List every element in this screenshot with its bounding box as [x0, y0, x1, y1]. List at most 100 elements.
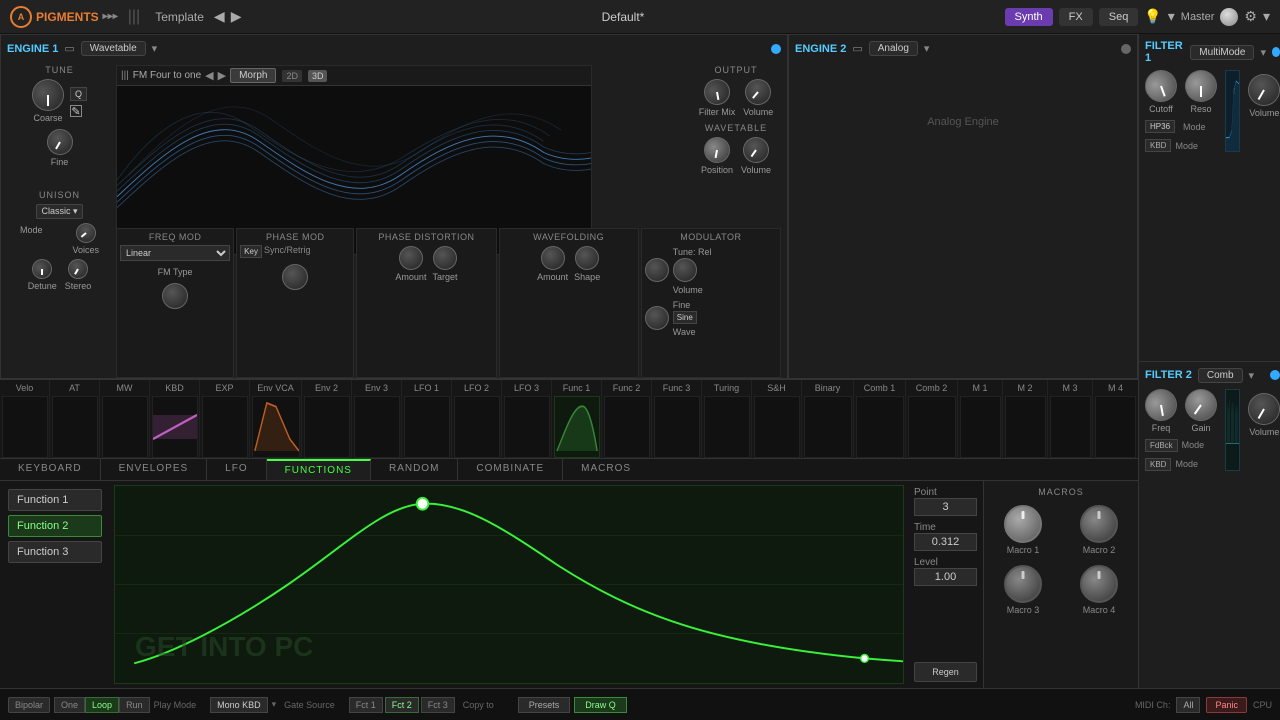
filter-mix-knob[interactable]	[699, 74, 735, 110]
run-button[interactable]: Run	[119, 697, 150, 713]
mod-tab-env2[interactable]: Env 2	[302, 380, 352, 458]
engine1-chevron[interactable]: ▾	[152, 42, 158, 55]
function-display[interactable]: GET INTO PC	[114, 485, 904, 684]
wt-volume-knob[interactable]	[740, 134, 772, 166]
waveform-next-icon[interactable]: ▶	[218, 69, 226, 82]
key-button[interactable]: Key	[240, 245, 262, 258]
draw-q-button[interactable]: Draw Q	[574, 697, 627, 713]
dim-2d-badge[interactable]: 2D	[282, 70, 302, 82]
filter1-kbd-button[interactable]: KBD	[1145, 139, 1171, 152]
one-button[interactable]: One	[54, 697, 85, 713]
detune-knob[interactable]	[29, 256, 55, 282]
master-knob[interactable]	[1220, 8, 1238, 26]
engine2-power-button[interactable]	[1121, 44, 1131, 54]
mod-tab-m1[interactable]: M 1	[958, 380, 1003, 458]
fct1-button[interactable]: Fct 1	[349, 697, 383, 713]
filter2-power-button[interactable]	[1270, 370, 1280, 380]
regen-button[interactable]: Regen	[914, 662, 977, 682]
function3-button[interactable]: Function 3	[8, 541, 102, 563]
position-knob[interactable]	[702, 135, 732, 165]
mod-tab-func3[interactable]: Func 3	[652, 380, 702, 458]
waveform-prev-icon[interactable]: ◀	[205, 69, 213, 82]
reso-knob[interactable]	[1180, 65, 1221, 106]
panic-button[interactable]: Panic	[1206, 697, 1247, 713]
all-button[interactable]: All	[1176, 697, 1200, 713]
chevron-down-icon[interactable]: ▾	[1168, 8, 1175, 25]
wf-amount-knob[interactable]	[541, 246, 565, 270]
mod-volume-knob[interactable]	[673, 258, 697, 282]
fm-type-select[interactable]: Linear Exponential	[120, 245, 230, 261]
fdbck-button[interactable]: FdBck	[1145, 439, 1178, 452]
morph-button[interactable]: Morph	[230, 68, 276, 83]
mod-tab-at[interactable]: AT	[50, 380, 100, 458]
pd-amount-knob[interactable]	[399, 246, 423, 270]
app-logo[interactable]: A PIGMENTS ▸▸▸	[10, 6, 118, 28]
time-value[interactable]: 0.312	[914, 533, 977, 551]
mod-tab-envvca[interactable]: Env VCA	[250, 380, 302, 458]
hp36-button[interactable]: HP36	[1145, 120, 1175, 133]
filter1-power-button[interactable]	[1272, 47, 1280, 57]
fct3-button[interactable]: Fct 3	[421, 697, 455, 713]
mod-tab-m4[interactable]: M 4	[1093, 380, 1138, 458]
tab-envelopes[interactable]: ENVELOPES	[101, 459, 208, 480]
engine2-chevron[interactable]: ▾	[924, 42, 930, 55]
tab-keyboard[interactable]: KEYBOARD	[0, 459, 101, 480]
filter2-type-button[interactable]: Comb	[1198, 368, 1243, 383]
mod-tab-func2[interactable]: Func 2	[602, 380, 652, 458]
phase-mod-knob[interactable]	[282, 264, 308, 290]
light-icon[interactable]: 💡	[1144, 8, 1161, 25]
filter2-volume-knob[interactable]	[1246, 390, 1280, 427]
settings-icon[interactable]: ⚙	[1244, 8, 1257, 25]
engine1-type-button[interactable]: Wavetable	[81, 41, 146, 56]
engine1-copy-icon[interactable]: ▭	[64, 42, 74, 55]
filter2-chevron[interactable]: ▾	[1249, 369, 1255, 382]
tab-lfo[interactable]: LFO	[207, 459, 266, 480]
filter1-type-button[interactable]: MultiMode	[1190, 45, 1254, 60]
mod-tab-lfo1[interactable]: LFO 1	[402, 380, 452, 458]
mod-tab-env3[interactable]: Env 3	[352, 380, 402, 458]
fx-button[interactable]: FX	[1059, 8, 1093, 26]
engine2-type-button[interactable]: Analog	[869, 41, 918, 56]
mod-tab-m3[interactable]: M 3	[1048, 380, 1093, 458]
unison-mode-select[interactable]: Classic ▾	[36, 204, 82, 219]
point-value[interactable]: 3	[914, 498, 977, 516]
synth-button[interactable]: Synth	[1005, 8, 1053, 26]
mod-tab-comb1[interactable]: Comb 1	[854, 380, 906, 458]
seq-button[interactable]: Seq	[1099, 8, 1139, 26]
presets-button[interactable]: Presets	[518, 697, 571, 713]
mod-tab-sh[interactable]: S&H	[752, 380, 802, 458]
tab-random[interactable]: RANDOM	[371, 459, 458, 480]
filter1-chevron[interactable]: ▾	[1260, 46, 1266, 59]
mono-kbd-button[interactable]: Mono KBD	[210, 697, 268, 713]
cutoff-knob[interactable]	[1138, 63, 1183, 108]
macro3-knob[interactable]	[1004, 565, 1042, 603]
prev-button[interactable]: ◀	[214, 8, 225, 25]
voices-knob[interactable]	[72, 219, 99, 246]
function2-button[interactable]: Function 2	[8, 515, 102, 537]
output-volume-knob[interactable]	[742, 75, 775, 108]
tab-functions[interactable]: FUNCTIONS	[267, 459, 371, 480]
play-button[interactable]: ▶	[231, 8, 242, 25]
fine-knob[interactable]	[44, 127, 74, 157]
mod-tab-func1[interactable]: Func 1	[552, 380, 602, 458]
mod-tab-comb2[interactable]: Comb 2	[906, 380, 958, 458]
chevron-icon[interactable]: ▾	[1263, 8, 1270, 25]
level-value[interactable]: 1.00	[914, 568, 977, 586]
mod-tab-mw[interactable]: MW	[100, 380, 150, 458]
filter2-kbd-button[interactable]: KBD	[1145, 458, 1171, 471]
preset-name[interactable]: Default*	[251, 10, 994, 24]
gain-knob[interactable]	[1181, 385, 1220, 424]
macro4-knob[interactable]	[1080, 565, 1118, 603]
engine2-copy-icon[interactable]: ▭	[852, 42, 862, 55]
pd-target-knob[interactable]	[433, 246, 457, 270]
bipolar-button[interactable]: Bipolar	[8, 697, 50, 713]
mod-tab-kbd[interactable]: KBD	[150, 380, 200, 458]
coarse-knob[interactable]	[27, 74, 68, 115]
tab-combinate[interactable]: COMBINATE	[458, 459, 563, 480]
freq-knob[interactable]	[1139, 383, 1183, 427]
fct2-button[interactable]: Fct 2	[385, 697, 419, 713]
dim-3d-badge[interactable]: 3D	[308, 70, 328, 82]
mod-tab-binary[interactable]: Binary	[802, 380, 854, 458]
mod-fine-knob[interactable]	[645, 306, 669, 330]
mod-tab-turing[interactable]: Turing	[702, 380, 752, 458]
